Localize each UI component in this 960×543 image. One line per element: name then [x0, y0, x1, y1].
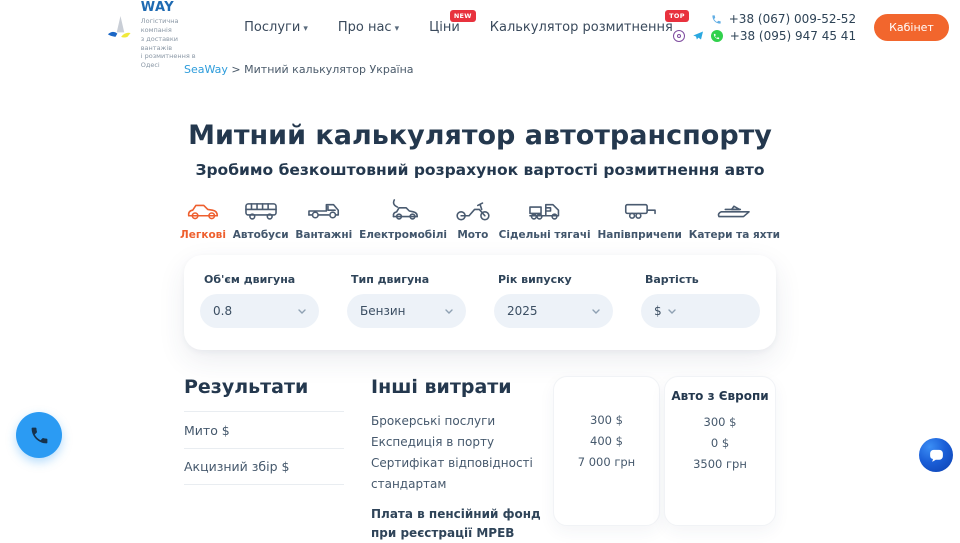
other-cost-item: Брокерські послуги	[371, 411, 553, 432]
result-row-duty: Мито $	[184, 411, 344, 448]
breadcrumb-home-link[interactable]: SeaWay	[184, 63, 228, 76]
main-nav: Послуги▾ Про нас▾ Ціни NEW Калькулятор р…	[244, 20, 673, 35]
viber-icon[interactable]	[673, 30, 685, 42]
result-row-excise: Акцизний збір $	[184, 448, 344, 485]
cost-value: 0 $	[665, 433, 775, 454]
other-costs-column: Інші витрати Брокерські послуги Експедиц…	[371, 376, 553, 543]
other-cost-item: Сертифікат відповідності стандартам	[371, 453, 553, 495]
other-costs-title: Інші витрати	[371, 376, 553, 398]
phone-number-2[interactable]: +38 (095) 947 45 41	[730, 29, 856, 43]
nav-item-prices[interactable]: Ціни NEW	[429, 20, 460, 35]
floating-call-button[interactable]	[16, 412, 62, 458]
chat-widget-button[interactable]	[919, 438, 953, 472]
telegram-icon[interactable]	[692, 30, 704, 42]
chevron-down-icon	[445, 309, 453, 314]
engine-volume-select[interactable]: 0.8	[200, 294, 319, 328]
results-column: Результати Мито $ Акцизний збір $	[184, 376, 371, 485]
logo-tagline: Логістична компанія з доставки вантажів …	[141, 17, 196, 70]
results-section: Результати Мито $ Акцизний збір $ Інші в…	[184, 376, 776, 543]
logo[interactable]: SEA WAY Логістична компанія з доставки в…	[106, 0, 196, 70]
phone-icon	[29, 425, 50, 446]
chevron-down-icon: ▾	[395, 24, 400, 34]
cost-value: 300 $	[554, 410, 659, 431]
calculator-form: Об'єм двигуна 0.8 Тип двигуна Бензин Рік…	[184, 255, 776, 350]
logo-title: SEA WAY	[141, 0, 196, 15]
cost-value: 3500 грн	[665, 454, 775, 475]
nav-item-about[interactable]: Про нас▾	[338, 20, 399, 35]
nav-item-customs-calculator[interactable]: Калькулятор розмитнення TOP	[490, 20, 673, 35]
cabinet-button[interactable]: Кабінет	[874, 14, 949, 41]
currency-select[interactable]: $	[641, 294, 760, 328]
motorcycle-icon	[454, 199, 492, 223]
header-contacts: +38 (067) 009-52-52 +38 (095) 947 45 41	[673, 12, 856, 43]
tab-boats[interactable]: Катери та яхти	[689, 199, 780, 241]
boat-icon	[715, 199, 753, 223]
pension-fund-note: Плата в пенсійний фонд при реєстрації МР…	[371, 505, 541, 543]
phone-row-1: +38 (067) 009-52-52	[711, 12, 856, 26]
tab-semi-trailers[interactable]: Напівпричепи	[597, 199, 681, 241]
tab-trucks[interactable]: Вантажні	[295, 199, 352, 241]
field-engine-type: Тип двигуна Бензин	[347, 273, 466, 328]
year-select[interactable]: 2025	[494, 294, 613, 328]
cost-card-title: Авто з Європи	[665, 389, 775, 403]
trailer-icon	[621, 199, 659, 223]
cost-value: 300 $	[665, 412, 775, 433]
tab-electric-cars[interactable]: Електромобілі	[359, 199, 447, 241]
cost-value: 400 $	[554, 431, 659, 452]
field-cost: Вартість $	[641, 273, 760, 328]
field-engine-volume: Об'єм двигуна 0.8	[200, 273, 319, 328]
vehicle-tabs: Легкові Автобуси Вантажні Електромобілі …	[180, 199, 780, 241]
header: SEA WAY Логістична компанія з доставки в…	[0, 0, 960, 55]
page-title: Митний калькулятор автотранспорту	[0, 120, 960, 151]
chevron-down-icon	[592, 309, 600, 314]
chat-bubble-icon	[928, 447, 945, 464]
chevron-down-icon	[298, 309, 306, 314]
new-badge: NEW	[450, 10, 476, 22]
cost-card-prices: 300 $ 400 $ 7 000 грн	[553, 376, 660, 526]
car-icon	[184, 199, 222, 223]
tab-motorcycles[interactable]: Мото	[454, 199, 492, 241]
semi-truck-icon	[526, 199, 564, 223]
whatsapp-icon[interactable]	[711, 30, 723, 42]
chevron-down-icon: ▾	[303, 24, 308, 34]
tab-buses[interactable]: Автобуси	[233, 199, 289, 241]
phone-number-1[interactable]: +38 (067) 009-52-52	[729, 12, 856, 26]
tab-cars[interactable]: Легкові	[180, 199, 226, 241]
bus-icon	[242, 199, 280, 223]
breadcrumb-current: Митний калькулятор Україна	[244, 63, 413, 76]
seaway-logo-icon	[106, 10, 134, 46]
tab-semi-trucks[interactable]: Сідельні тягачі	[499, 199, 591, 241]
results-title: Результати	[184, 376, 371, 398]
phone-row-2: +38 (095) 947 45 41	[673, 29, 856, 43]
cost-value: 7 000 грн	[554, 452, 659, 473]
nav-item-services[interactable]: Послуги▾	[244, 20, 308, 35]
phone-icon	[711, 14, 722, 25]
breadcrumb: SeaWay > Митний калькулятор Україна	[184, 63, 776, 76]
other-cost-item: Експедиція в порту	[371, 432, 553, 453]
field-year: Рік випуску 2025	[494, 273, 613, 328]
chevron-down-icon	[668, 309, 676, 314]
electric-car-icon	[384, 199, 422, 223]
cost-card-europe: Авто з Європи 300 $ 0 $ 3500 грн	[664, 376, 776, 526]
page-subtitle: Зробимо безкоштовний розрахунок вартості…	[0, 161, 960, 179]
logo-text: SEA WAY Логістична компанія з доставки в…	[141, 0, 196, 70]
breadcrumb-separator: >	[231, 63, 240, 76]
engine-type-select[interactable]: Бензин	[347, 294, 466, 328]
top-badge: TOP	[665, 10, 689, 22]
truck-icon	[305, 199, 343, 223]
